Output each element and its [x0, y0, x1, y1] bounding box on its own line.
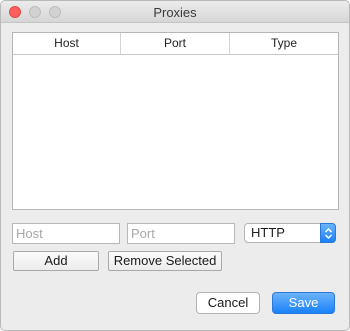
proxies-table[interactable]: Host Port Type: [12, 32, 339, 210]
cancel-button[interactable]: Cancel: [196, 292, 260, 314]
remove-selected-button[interactable]: Remove Selected: [108, 251, 222, 271]
title-bar: Proxies: [1, 1, 349, 23]
port-input[interactable]: [127, 223, 235, 244]
updown-chevron-icon: [320, 223, 336, 243]
save-button[interactable]: Save: [272, 292, 335, 314]
type-select-value: HTTP: [251, 225, 285, 240]
column-header-type[interactable]: Type: [230, 33, 338, 55]
host-input[interactable]: [12, 223, 120, 244]
table-header: Host Port Type: [13, 33, 338, 55]
column-header-port[interactable]: Port: [121, 33, 230, 55]
type-select[interactable]: HTTP: [244, 223, 336, 243]
window-title: Proxies: [153, 5, 197, 20]
column-header-host[interactable]: Host: [13, 33, 121, 55]
add-button[interactable]: Add: [13, 251, 99, 271]
proxies-dialog: Proxies Host Port Type HTTP Add Remove S…: [0, 0, 350, 331]
